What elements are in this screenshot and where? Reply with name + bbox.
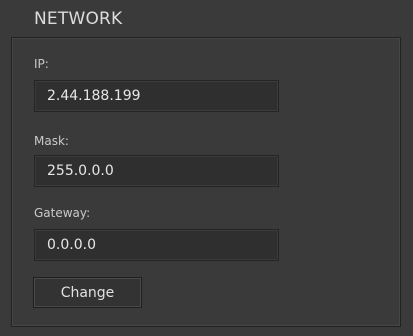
mask-label: Mask: <box>34 134 69 148</box>
gateway-label: Gateway: <box>34 206 91 220</box>
mask-field[interactable] <box>34 155 279 187</box>
panel-title: NETWORK <box>34 9 123 29</box>
ip-label: IP: <box>34 57 49 71</box>
gateway-field[interactable] <box>34 229 279 261</box>
change-button[interactable]: Change <box>33 277 142 308</box>
ip-field[interactable] <box>34 80 279 112</box>
